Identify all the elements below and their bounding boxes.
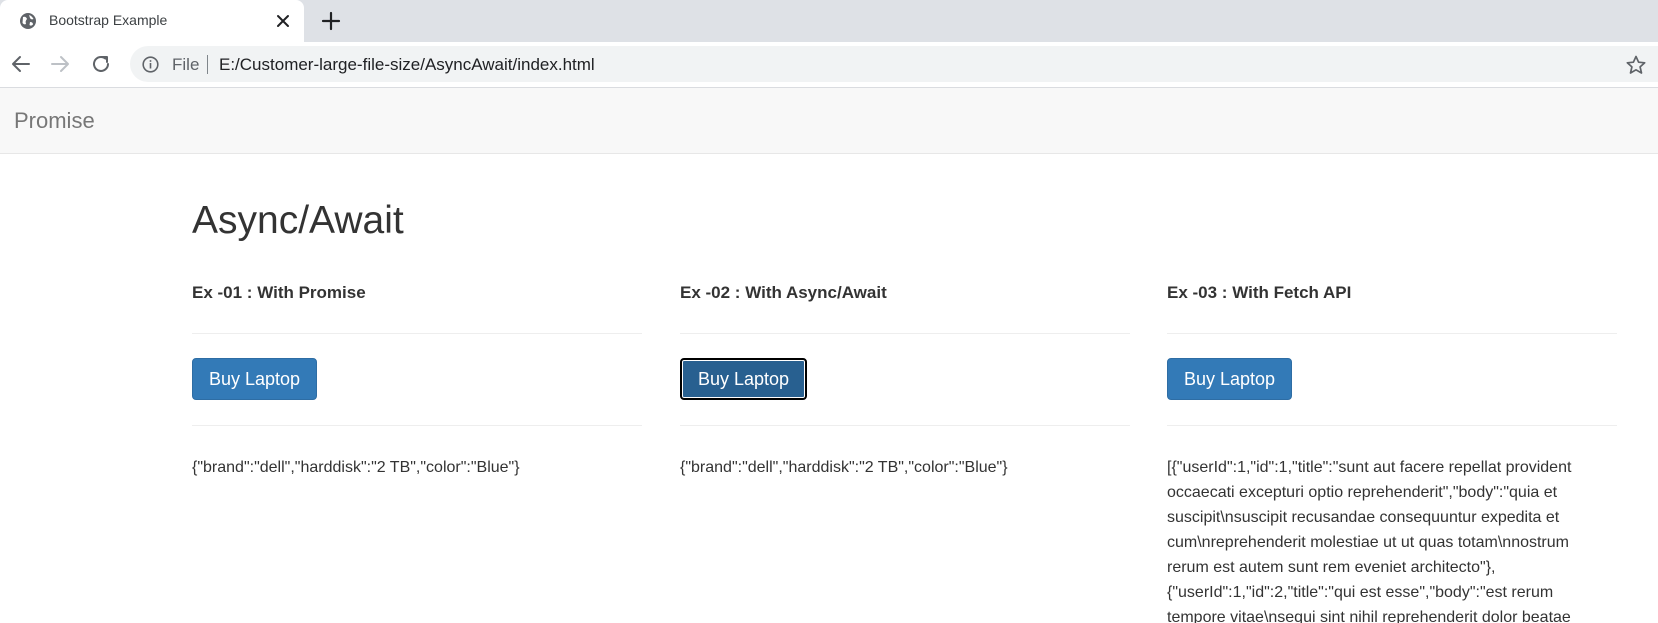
example-title: Ex -01 : With Promise [192,283,366,302]
divider [192,425,642,426]
buy-laptop-button[interactable]: Buy Laptop [1167,358,1293,400]
divider [192,333,642,334]
navbar: Promise [0,88,1658,154]
divider [1167,333,1617,334]
address-bar[interactable]: File E:/Customer-large-file-size/AsyncAw… [130,46,1658,82]
page-title: Async/Await [192,199,404,242]
scheme-label: File [172,55,200,74]
tab-title: Bootstrap Example [49,12,168,28]
browser-toolbar: File E:/Customer-large-file-size/AsyncAw… [0,42,1658,88]
result-output: {"brand":"dell","harddisk":"2 TB","color… [680,459,1008,476]
browser-tab[interactable]: Bootstrap Example [0,0,304,42]
reload-icon[interactable] [89,52,113,76]
navbar-brand[interactable]: Promise [14,108,95,134]
divider [1167,425,1617,426]
arrow-right-icon[interactable] [48,52,72,76]
tab-strip: Bootstrap Example [0,0,1658,42]
plus-icon[interactable] [320,10,342,32]
example-title: Ex -03 : With Fetch API [1167,283,1352,302]
url-text[interactable]: E:/Customer-large-file-size/AsyncAwait/i… [219,55,595,75]
result-output: {"brand":"dell","harddisk":"2 TB","color… [192,459,520,476]
buy-laptop-button[interactable]: Buy Laptop [680,358,808,400]
divider [680,333,1130,334]
globe-icon [20,13,36,29]
divider [680,425,1130,426]
star-icon[interactable] [1625,54,1647,76]
example-title: Ex -02 : With Async/Await [680,283,887,302]
close-icon[interactable] [274,12,292,30]
info-icon[interactable] [142,56,159,73]
omnibox-divider [207,55,208,74]
result-output: [{"userId":1,"id":1,"title":"sunt aut fa… [1167,459,1572,623]
buy-laptop-button[interactable]: Buy Laptop [192,358,318,400]
arrow-left-icon[interactable] [9,52,33,76]
